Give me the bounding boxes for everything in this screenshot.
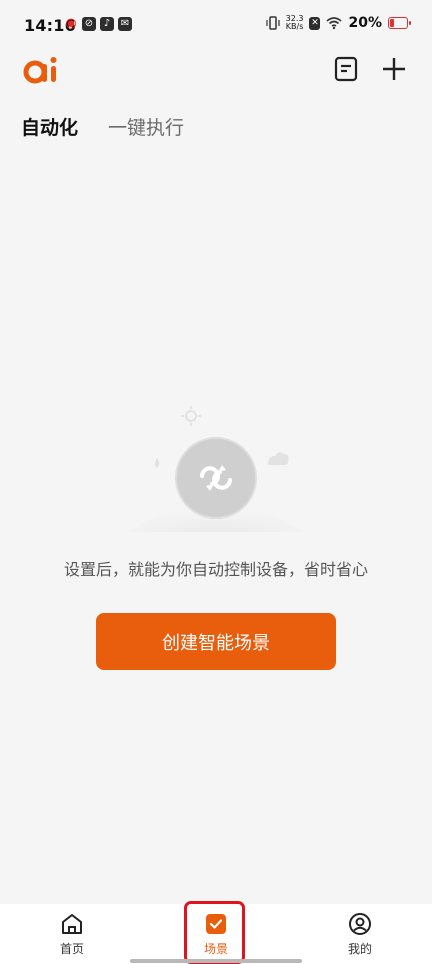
net-speed: 32.3 KB/s (286, 15, 304, 31)
scene-screen: 14:16 ◉ ⊘ ♪ ✉ 32.3 KB/s ✕ 20% 自动化 一键执行 设… (0, 0, 432, 964)
battery-icon (388, 17, 411, 29)
nav-home-label: 首页 (59, 942, 84, 956)
home-indicator (130, 959, 302, 963)
plus-icon[interactable] (381, 56, 407, 82)
status-right: 32.3 KB/s ✕ 20% (266, 15, 411, 31)
net-speed-unit: KB/s (285, 22, 304, 31)
app-notification-icon: ⊘ (82, 17, 96, 31)
empty-state-message: 设置后，就能为你自动控制设备，省时省心 (63, 560, 368, 579)
weibo-icon: ◉ (65, 16, 77, 31)
home-icon (62, 914, 82, 934)
scene-check-icon (206, 914, 226, 934)
profile-icon (349, 913, 371, 935)
notification-icons: ◉ ⊘ ♪ ✉ (64, 17, 132, 31)
app-logo (23, 57, 57, 84)
wifi-icon (326, 17, 343, 30)
document-icon[interactable] (333, 56, 359, 82)
bottom-nav: 首页 场景 我的 (0, 904, 432, 964)
create-scene-button[interactable]: 创建智能场景 (96, 613, 336, 670)
nav-profile[interactable]: 我的 (330, 912, 390, 957)
no-sim-icon: ✕ (309, 16, 321, 30)
tiktok-icon: ♪ (100, 17, 114, 31)
vibrate-icon (266, 16, 280, 30)
tab-automation[interactable]: 自动化 (21, 113, 78, 140)
cloud-icon (268, 452, 289, 465)
sun-icon (181, 406, 201, 426)
nav-scene[interactable]: 场景 (186, 912, 246, 957)
nav-scene-label: 场景 (203, 942, 228, 956)
drop-icon (155, 458, 159, 468)
nav-home[interactable]: 首页 (42, 912, 102, 957)
battery-percent: 20% (348, 15, 382, 31)
empty-state-illustration (130, 406, 302, 532)
tab-one-click[interactable]: 一键执行 (108, 113, 184, 140)
tab-bar: 自动化 一键执行 (21, 113, 184, 140)
mail-icon: ✉ (118, 17, 132, 31)
status-bar: 14:16 ◉ ⊘ ♪ ✉ 32.3 KB/s ✕ 20% (0, 0, 432, 50)
nav-profile-label: 我的 (347, 942, 372, 956)
